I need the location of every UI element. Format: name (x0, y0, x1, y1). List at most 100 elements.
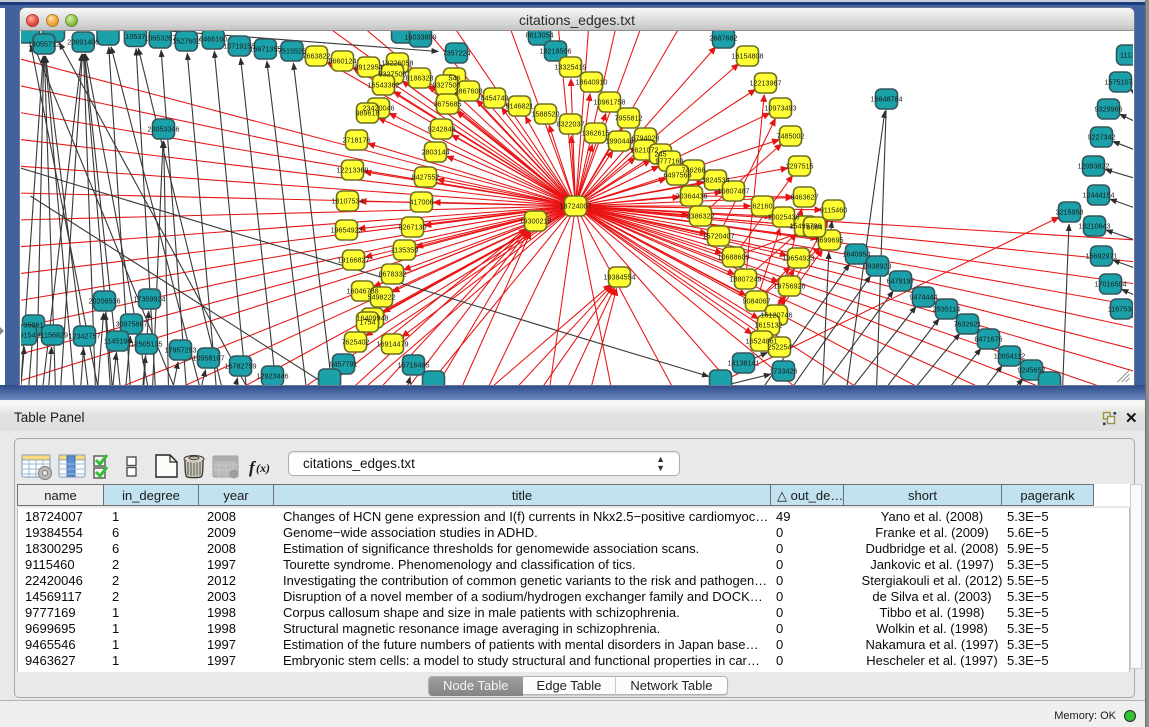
svg-text:417006: 417006 (410, 198, 434, 207)
svg-text:35061: 35061 (24, 321, 44, 330)
svg-text:1135359: 1135359 (391, 246, 418, 255)
svg-text:19756928: 19756928 (774, 282, 806, 291)
svg-text:2935114: 2935114 (933, 305, 960, 314)
svg-text:9777169: 9777169 (656, 157, 684, 166)
svg-text:9474444: 9474444 (910, 293, 938, 302)
svg-text:1145194: 1145194 (104, 337, 131, 346)
svg-text:6664: 6664 (807, 223, 823, 232)
svg-text:20691406: 20691406 (67, 38, 99, 47)
svg-text:19654923: 19654923 (783, 254, 815, 263)
svg-text:20364436: 20364436 (676, 192, 708, 201)
svg-text:16033809: 16033809 (405, 33, 437, 42)
svg-text:2386322: 2386322 (687, 212, 715, 221)
svg-text:6794028: 6794028 (632, 134, 660, 143)
svg-text:10958107: 10958107 (193, 354, 225, 363)
svg-text:17016504: 17016504 (1095, 280, 1127, 289)
svg-text:8267130: 8267130 (399, 223, 427, 232)
svg-text:13226058: 13226058 (382, 59, 414, 68)
svg-text:9457791: 9457791 (330, 360, 358, 369)
svg-text:6497568: 6497568 (664, 171, 692, 180)
svg-text:2867608: 2867608 (455, 87, 483, 96)
svg-text:13325419: 13325419 (555, 63, 587, 72)
svg-text:30975867: 30975867 (116, 320, 148, 329)
svg-text:989618: 989618 (356, 109, 380, 118)
svg-text:10537: 10537 (125, 32, 145, 41)
svg-text:62160: 62160 (753, 202, 773, 211)
svg-text:16648784: 16648784 (871, 95, 903, 104)
svg-text:12342757: 12342757 (69, 332, 101, 341)
svg-text:9146821: 9146821 (506, 102, 534, 111)
svg-text:12444154: 12444154 (1083, 191, 1115, 200)
svg-text:8660124: 8660124 (329, 57, 357, 66)
svg-text:20053346: 20053346 (148, 125, 180, 134)
svg-text:19218506: 19218506 (540, 47, 572, 56)
svg-text:18807249: 18807249 (730, 275, 762, 284)
svg-text:12213967: 12213967 (750, 79, 782, 88)
svg-text:11156829: 11156829 (37, 331, 68, 340)
svg-text:9699695: 9699695 (816, 236, 844, 245)
svg-text:16120746: 16120746 (761, 311, 793, 320)
svg-text:8813054: 8813054 (526, 31, 554, 40)
svg-text:10688609: 10688609 (718, 253, 750, 262)
svg-text:9327506: 9327506 (379, 70, 407, 79)
svg-text:18107534: 18107534 (332, 197, 364, 206)
svg-text:1527602: 1527602 (172, 37, 200, 46)
svg-text:1588520: 1588520 (532, 110, 560, 119)
svg-text:8471676: 8471676 (975, 335, 1003, 344)
svg-text:18640910: 18640910 (576, 78, 608, 87)
svg-text:8186328: 8186328 (406, 74, 434, 83)
svg-text:9115460: 9115460 (820, 206, 847, 215)
svg-text:17359924: 17359924 (134, 295, 166, 304)
svg-text:3215958: 3215958 (1056, 208, 1084, 217)
svg-text:2803144: 2803144 (422, 148, 450, 157)
svg-text:8427552: 8427552 (412, 173, 440, 182)
svg-text:14136141: 14136141 (728, 359, 760, 368)
svg-text:7663822: 7663822 (303, 52, 331, 61)
svg-text:12213369: 12213369 (337, 166, 369, 175)
svg-text:7485002: 7485002 (777, 132, 805, 141)
svg-text:19166827: 19166827 (338, 256, 370, 265)
svg-text:15716485: 15716485 (398, 361, 430, 370)
svg-text:15720407: 15720407 (703, 232, 735, 241)
svg-text:3824534: 3824534 (702, 176, 730, 185)
svg-text:16671355: 16671355 (249, 45, 281, 54)
svg-text:9463627: 9463627 (791, 193, 819, 202)
svg-text:12923446: 12923446 (257, 372, 289, 381)
svg-text:16782759: 16782759 (225, 362, 257, 371)
svg-text:16914479: 16914479 (377, 340, 409, 349)
svg-text:9227342: 9227342 (1088, 133, 1116, 142)
svg-text:16154808: 16154808 (732, 52, 764, 61)
svg-text:2718176: 2718176 (343, 136, 371, 145)
svg-text:19654923: 19654923 (331, 226, 363, 235)
svg-text:10654112: 10654112 (994, 352, 1025, 361)
svg-text:1754: 1754 (360, 318, 376, 327)
svg-text:16210643: 16210643 (1079, 222, 1111, 231)
svg-text:1297515: 1297515 (786, 162, 814, 171)
svg-text:1167534: 1167534 (1108, 305, 1133, 314)
svg-text:(x): (x) (256, 461, 270, 475)
svg-text:1615132: 1615132 (755, 321, 783, 330)
svg-text:19300215: 19300215 (520, 217, 552, 226)
svg-text:6479197: 6479197 (887, 277, 915, 286)
svg-text:16543362: 16543362 (368, 81, 400, 90)
svg-text:18724007: 18724007 (560, 202, 592, 211)
svg-text:10961758: 10961758 (594, 98, 626, 107)
svg-text:14055712: 14055712 (28, 40, 60, 49)
svg-text:1990448: 1990448 (606, 137, 634, 146)
svg-text:10807487: 10807487 (718, 187, 750, 196)
svg-text:15751074: 15751074 (1105, 78, 1133, 87)
svg-text:8454749: 8454749 (481, 94, 509, 103)
svg-text:1733426: 1733426 (770, 367, 798, 376)
svg-text:19384554: 19384554 (604, 273, 636, 282)
svg-text:12093822: 12093822 (1078, 162, 1110, 171)
svg-text:9329966: 9329966 (1095, 105, 1123, 114)
svg-text:10025438: 10025438 (768, 213, 800, 222)
svg-text:7632621: 7632621 (954, 320, 982, 329)
svg-text:8938923: 8938923 (864, 262, 892, 271)
svg-text:7625402: 7625402 (342, 338, 370, 347)
svg-text:39154: 39154 (21, 331, 36, 340)
svg-text:9242848: 9242848 (428, 125, 456, 134)
svg-text:12505135: 12505135 (131, 340, 163, 349)
svg-text:7357224: 7357224 (443, 49, 471, 58)
svg-text:20206536: 20206536 (89, 297, 121, 306)
